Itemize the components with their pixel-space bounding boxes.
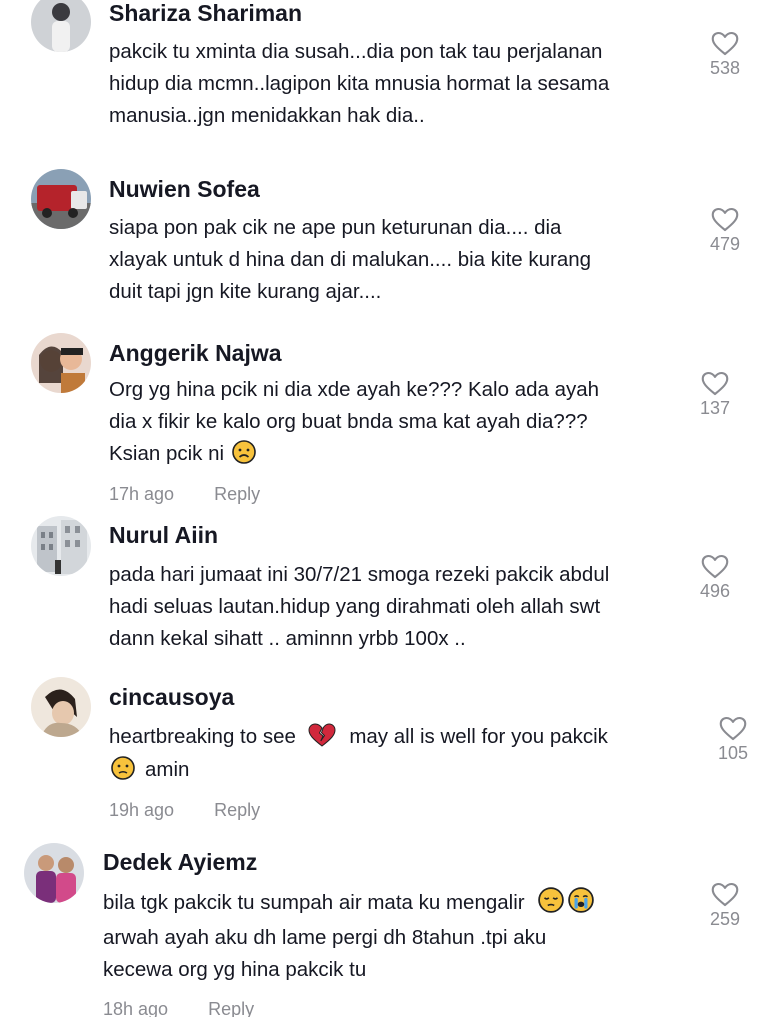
comment-line: manusia..jgn menidakkan hak dia.. (109, 104, 425, 127)
comment-line: heartbreaking to see may all is well for… (109, 721, 608, 753)
avatar[interactable] (31, 169, 91, 229)
comment-item: Shariza Shariman pakcik tu xminta dia su… (0, 0, 762, 150)
crying-face-emoji-icon (568, 887, 595, 913)
commenter-name[interactable]: Nurul Aiin (109, 522, 218, 549)
comment-line: Org yg hina pcik ni dia xde ayah ke??? K… (109, 378, 600, 401)
comment-item: Dedek Ayiemz bila tgk pakcik tu sumpah a… (0, 836, 762, 1017)
like-button[interactable]: 105 (708, 716, 758, 764)
avatar[interactable] (31, 677, 91, 737)
comment-meta: 17h ago Reply (109, 484, 260, 505)
comment-time: 17h ago (109, 484, 175, 504)
avatar[interactable] (31, 333, 91, 393)
commenter-name[interactable]: cincausoya (109, 684, 234, 711)
like-button[interactable]: 496 (690, 554, 740, 602)
like-count: 105 (717, 743, 749, 763)
comment-line: Ksian pcik ni (109, 438, 258, 470)
like-button[interactable]: 538 (700, 31, 750, 79)
comment-text: heartbreaking to see (109, 725, 296, 748)
heart-icon (719, 716, 747, 741)
comment-line: amin (109, 754, 189, 786)
comment-item: Anggerik Najwa Org yg hina pcik ni dia x… (0, 330, 762, 510)
comment-line: bila tgk pakcik tu sumpah air mata ku me… (103, 887, 596, 919)
like-count: 137 (699, 398, 731, 418)
comment-time: 19h ago (109, 800, 175, 820)
comment-line: hidup dia mcmn..lagipon kita mnusia horm… (109, 72, 610, 95)
comment-item: cincausoya heartbreaking to see may all … (0, 672, 762, 832)
comment-text: may all is well for you pakcik (349, 725, 608, 748)
comment-line: dia x fikir ke kalo org buat bnda sma ka… (109, 410, 588, 433)
comment-line: hadi seluas lautan.hidup yang dirahmati … (109, 595, 601, 618)
like-count: 259 (709, 909, 741, 929)
broken-heart-emoji-icon (308, 723, 336, 747)
reply-button[interactable]: Reply (208, 999, 254, 1017)
comment-line: pakcik tu xminta dia susah...dia pon tak… (109, 40, 603, 63)
comment-text: bila tgk pakcik tu sumpah air mata ku me… (103, 891, 525, 914)
comment-line: arwah ayah aku dh lame pergi dh 8tahun .… (103, 926, 547, 949)
reply-button[interactable]: Reply (214, 800, 260, 820)
heart-icon (711, 207, 739, 232)
comment-text: amin (145, 758, 190, 781)
avatar[interactable] (31, 0, 91, 52)
comment-line: duit tapi jgn kite kurang ajar.... (109, 280, 382, 303)
heart-icon (711, 882, 739, 907)
sad-face-emoji-icon (231, 440, 256, 464)
like-button[interactable]: 259 (700, 882, 750, 930)
comment-item: Nuwien Sofea siapa pon pak cik ne ape pu… (0, 160, 762, 326)
comment-line: kecewa org yg hina pakcik tu (103, 958, 367, 981)
heart-icon (701, 554, 729, 579)
avatar[interactable] (24, 843, 84, 903)
heart-icon (711, 31, 739, 56)
frowning-face-emoji-icon (111, 756, 135, 780)
comment-time: 18h ago (103, 999, 169, 1017)
like-count: 479 (709, 234, 741, 254)
like-button[interactable]: 137 (690, 371, 740, 419)
comment-line: pada hari jumaat ini 30/7/21 smoga rezek… (109, 563, 610, 586)
comment-meta: 18h ago Reply (103, 999, 254, 1017)
commenter-name[interactable]: Nuwien Sofea (109, 176, 260, 203)
comment-item: Nurul Aiin pada hari jumaat ini 30/7/21 … (0, 512, 762, 670)
comment-line: siapa pon pak cik ne ape pun keturunan d… (109, 216, 562, 239)
reply-button[interactable]: Reply (214, 484, 260, 504)
comment-text: Ksian pcik ni (109, 442, 225, 465)
commenter-name[interactable]: Shariza Shariman (109, 0, 302, 27)
like-count: 496 (699, 581, 731, 601)
commenter-name[interactable]: Dedek Ayiemz (103, 849, 257, 876)
comment-meta: 19h ago Reply (109, 800, 260, 821)
commenter-name[interactable]: Anggerik Najwa (109, 340, 282, 367)
pensive-face-emoji-icon (538, 887, 565, 913)
like-button[interactable]: 479 (700, 207, 750, 255)
heart-icon (701, 371, 729, 396)
like-count: 538 (709, 58, 741, 78)
avatar[interactable] (31, 516, 91, 576)
comment-line: xlayak untuk d hina dan di malukan.... b… (109, 248, 592, 271)
comment-line: dann kekal sihatt .. aminnn yrbb 100x .. (109, 627, 466, 650)
